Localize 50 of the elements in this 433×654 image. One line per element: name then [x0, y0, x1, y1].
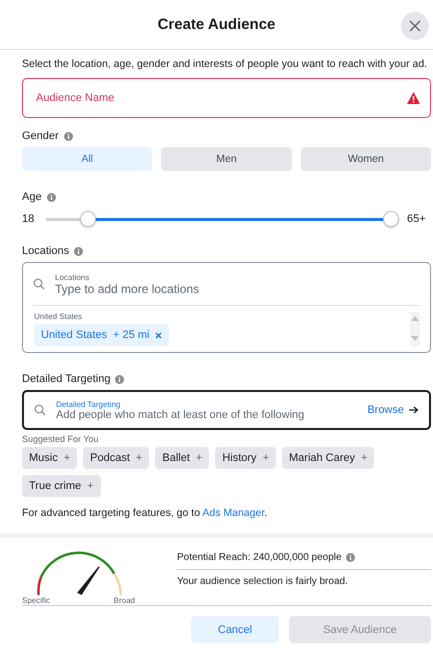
- search-icon: [33, 278, 45, 290]
- targeting-field[interactable]: Detailed Targeting Add people who match at least one of the following Browse: [22, 390, 431, 430]
- remove-tag-button[interactable]: [155, 332, 162, 338]
- gender-option[interactable]: Women: [300, 147, 431, 171]
- max-age: 65+: [407, 213, 427, 225]
- suggestion-chip[interactable]: Mariah Carey +: [282, 447, 374, 469]
- info-icon: [46, 192, 56, 202]
- ads-manager-link[interactable]: Ads Manager: [202, 507, 264, 519]
- gender-option[interactable]: Men: [161, 147, 292, 171]
- group-label: United States: [34, 312, 84, 321]
- dialog-title: Create Audience: [158, 16, 276, 33]
- age-label: Age: [22, 191, 42, 203]
- info-icon: [346, 553, 355, 562]
- close-button[interactable]: [401, 12, 429, 40]
- potential-reach: Potential Reach: 240,000,000 people: [177, 552, 342, 563]
- suggestion-chip[interactable]: Ballet +: [155, 447, 210, 469]
- gender-option[interactable]: All: [22, 147, 152, 171]
- targeting-label: Detailed Targeting: [22, 373, 110, 385]
- broad-label: Broad: [114, 596, 135, 605]
- field-label: Locations: [55, 272, 90, 282]
- warning-icon: [407, 92, 420, 104]
- browse-button[interactable]: Browse: [367, 404, 419, 416]
- field-label: Detailed Targeting: [56, 400, 120, 408]
- intro-text: Select the location, age, gender and interests of people you want to reach with your ad.: [22, 58, 428, 70]
- search-icon: [34, 404, 46, 416]
- min-age: 18: [22, 213, 36, 225]
- footer-button[interactable]: Cancel: [191, 616, 279, 643]
- reach-note: Your audience selection is fairly broad.: [177, 576, 349, 587]
- suggestion-chip[interactable]: Podcast +: [83, 447, 150, 469]
- suggestion-chip[interactable]: Music +: [22, 447, 78, 469]
- tag-text: United States: [41, 329, 108, 341]
- scrollbar[interactable]: [410, 312, 420, 346]
- suggestion-chip[interactable]: True crime +: [22, 475, 101, 497]
- targeting-input[interactable]: Add people who match at least one of the following: [56, 408, 358, 420]
- gender-label: Gender: [22, 130, 59, 142]
- audience-name-input[interactable]: Audience Name: [34, 91, 407, 105]
- right-arrow-icon: [409, 406, 419, 414]
- radius-text: + 25 mi: [113, 329, 150, 341]
- suggested-label: Suggested For You: [22, 434, 100, 444]
- close-icon: [155, 332, 162, 338]
- info-icon: [115, 374, 124, 384]
- locations-input[interactable]: Type to add more locations: [55, 282, 420, 296]
- info-icon: [64, 132, 73, 140]
- close-icon: [409, 20, 421, 32]
- info-icon: [74, 246, 84, 256]
- specific-label: Specific: [22, 596, 50, 605]
- locations-label: Locations: [22, 245, 70, 257]
- suggestion-chip[interactable]: History +: [215, 447, 276, 469]
- audience-name-field[interactable]: Audience Name: [22, 78, 431, 118]
- advanced-text: For advanced targeting features, go to Ads Manager.: [22, 507, 268, 519]
